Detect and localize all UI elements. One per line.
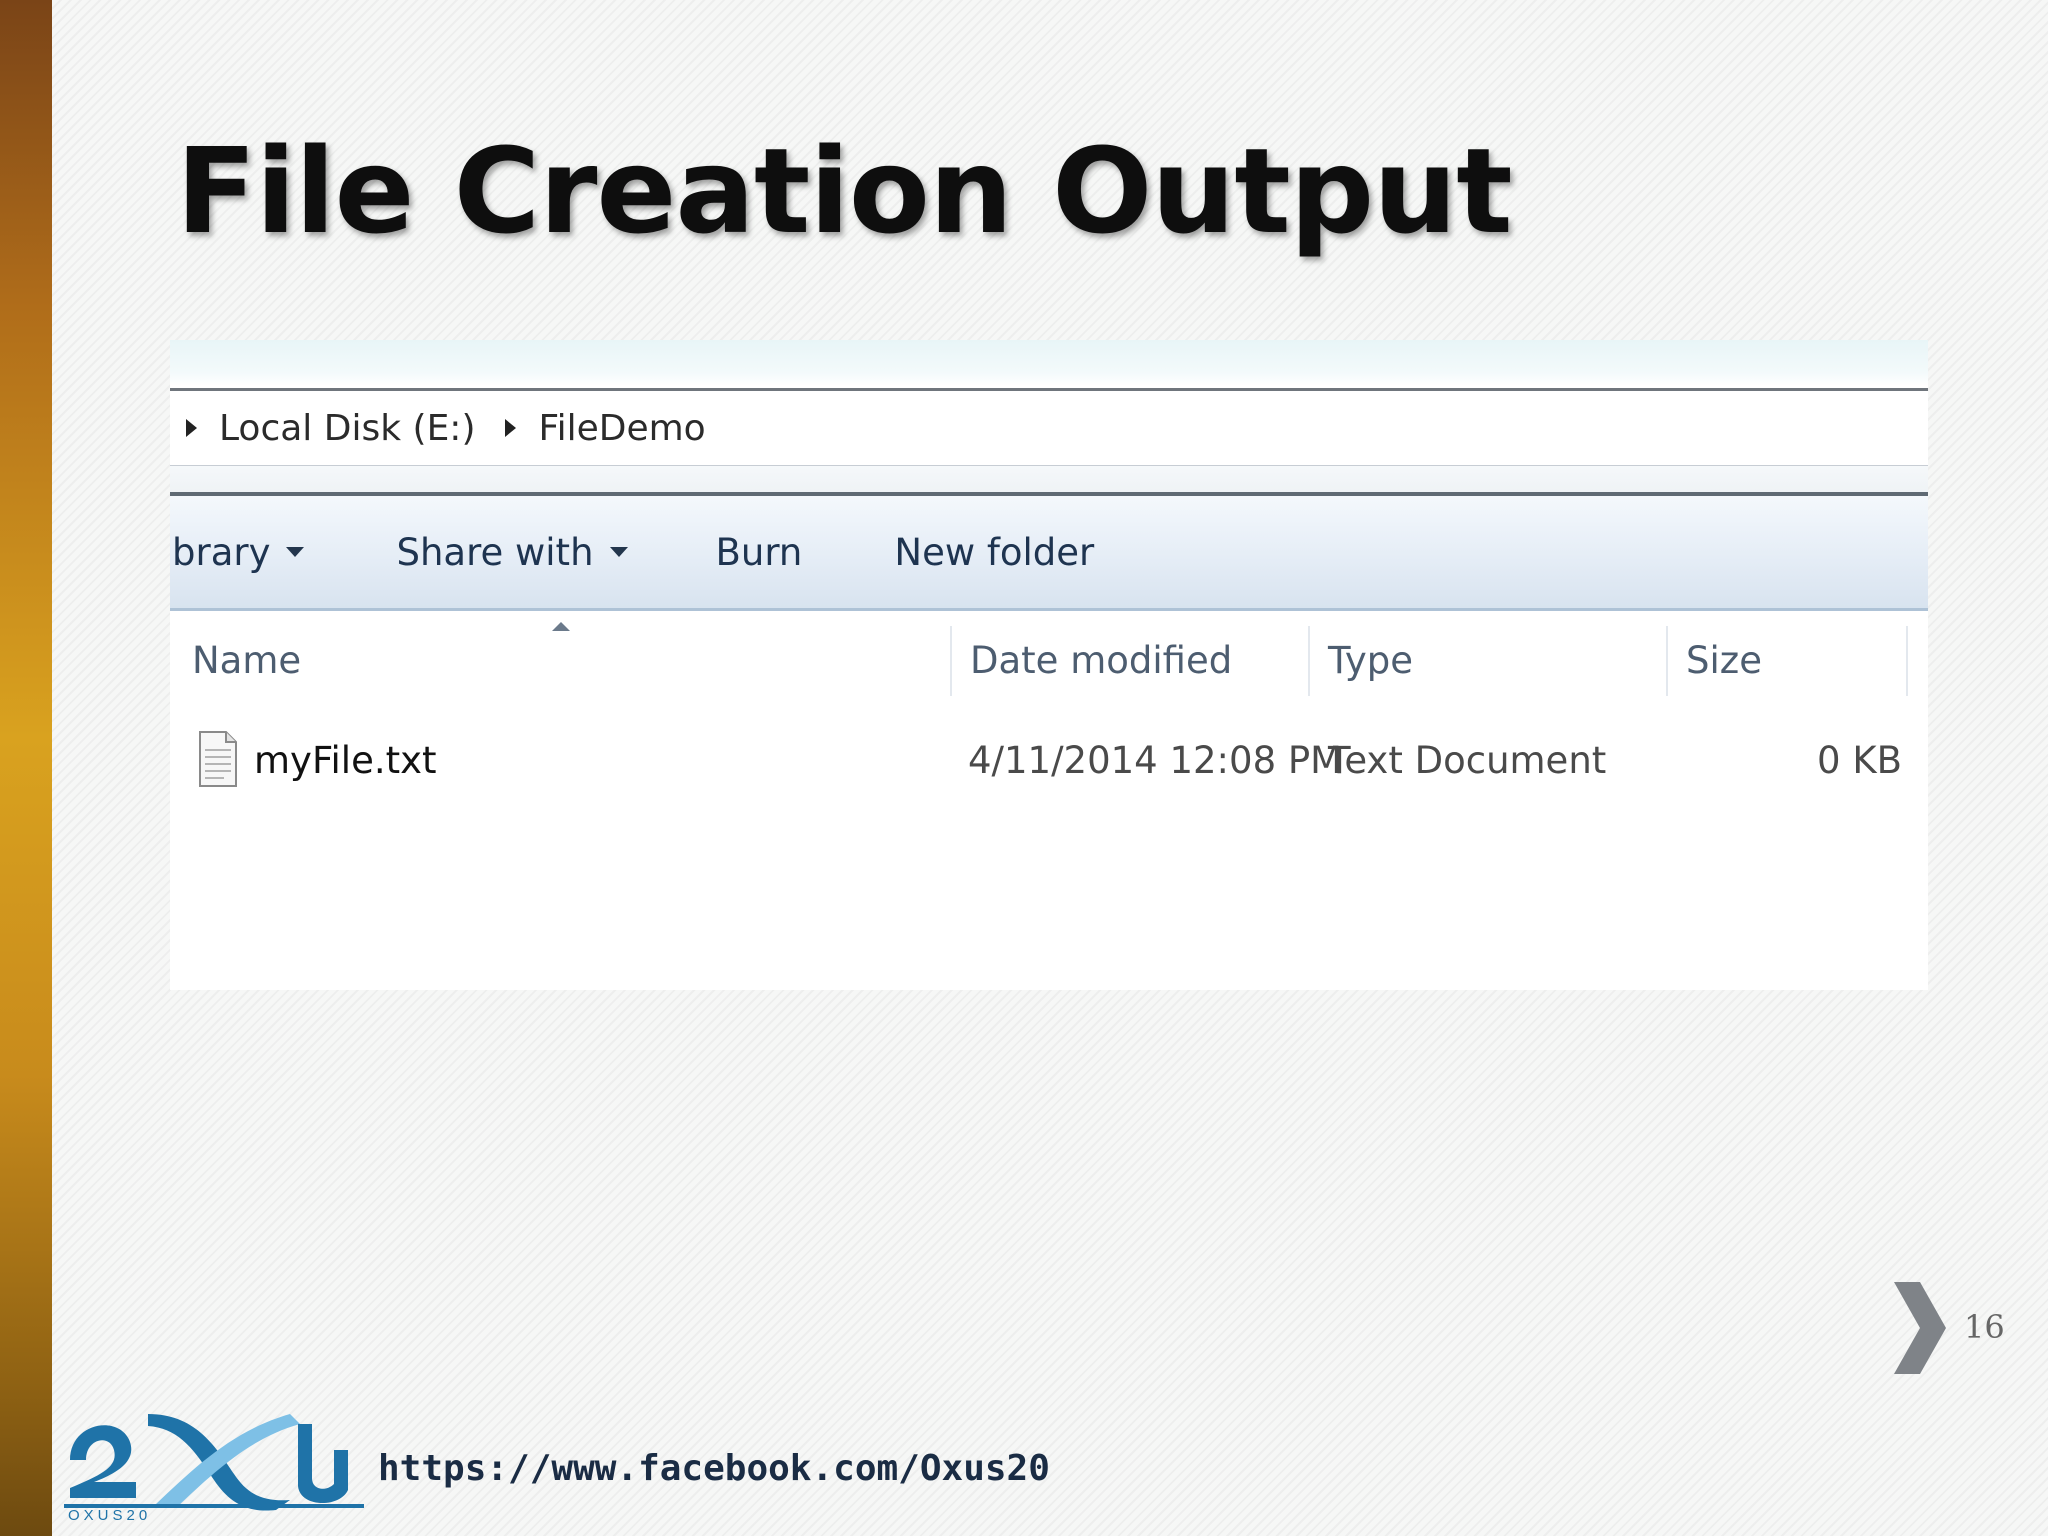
share-with-button[interactable]: Share with	[396, 530, 628, 574]
new-folder-label: New folder	[894, 530, 1095, 574]
burn-label: Burn	[715, 530, 803, 574]
burn-button[interactable]: Burn	[716, 531, 803, 574]
file-name: myFile.txt	[254, 738, 437, 782]
sort-ascending-icon	[552, 622, 570, 631]
share-with-label: Share with	[396, 530, 594, 574]
breadcrumb-local-disk[interactable]: Local Disk (E:)	[219, 408, 475, 449]
slide-title: File Creation Output	[176, 122, 1513, 260]
text-document-icon	[199, 731, 237, 787]
column-divider[interactable]	[1308, 626, 1310, 696]
new-folder-button[interactable]: New folder	[894, 531, 1094, 574]
column-divider[interactable]	[1666, 626, 1668, 696]
column-divider[interactable]	[1906, 626, 1908, 696]
column-header-name-label: Name	[192, 638, 302, 682]
slide-page-number: 16	[1964, 1308, 2005, 1346]
breadcrumb-arrow-icon[interactable]	[505, 419, 517, 437]
column-header-size-label: Size	[1686, 638, 1762, 682]
window-title-strip	[170, 340, 1928, 386]
address-bar[interactable]: Local Disk (E:) FileDemo	[170, 388, 1928, 467]
column-header-row: Name Date modified Type Size	[170, 620, 1928, 700]
dropdown-caret-icon	[286, 547, 305, 557]
file-type: Text Document	[1328, 738, 1607, 782]
column-header-date-label: Date modified	[970, 638, 1233, 682]
oxus20-logo: OXUS20	[64, 1414, 364, 1520]
next-slide-chevron-icon[interactable]	[1890, 1278, 1950, 1378]
column-divider[interactable]	[950, 626, 952, 696]
file-explorer-window: Local Disk (E:) FileDemo brary Share wit…	[170, 340, 1928, 990]
breadcrumb-arrow-icon[interactable]	[186, 419, 197, 437]
file-size: 0 KB	[1817, 738, 1902, 782]
file-date-modified: 4/11/2014 12:08 PM	[968, 738, 1343, 782]
column-header-name[interactable]: Name	[192, 620, 301, 700]
column-header-size[interactable]: Size	[1686, 620, 1762, 700]
column-header-date-modified[interactable]: Date modified	[970, 620, 1232, 700]
include-in-library-label: brary	[172, 530, 271, 574]
footer-facebook-link[interactable]: https://www.facebook.com/Oxus20	[378, 1448, 1050, 1489]
include-in-library-button[interactable]: brary	[172, 530, 305, 574]
oxus20-logo-text: OXUS20	[68, 1507, 151, 1520]
breadcrumb-filedemo[interactable]: FileDemo	[538, 408, 705, 449]
command-toolbar: brary Share with Burn New folder	[170, 492, 1928, 611]
column-header-type-label: Type	[1328, 638, 1413, 682]
dropdown-caret-icon	[609, 547, 628, 557]
file-row[interactable]: myFile.txt 4/11/2014 12:08 PM Text Docum…	[170, 720, 1928, 800]
decorative-side-bar	[0, 0, 52, 1536]
column-header-type[interactable]: Type	[1328, 620, 1413, 700]
